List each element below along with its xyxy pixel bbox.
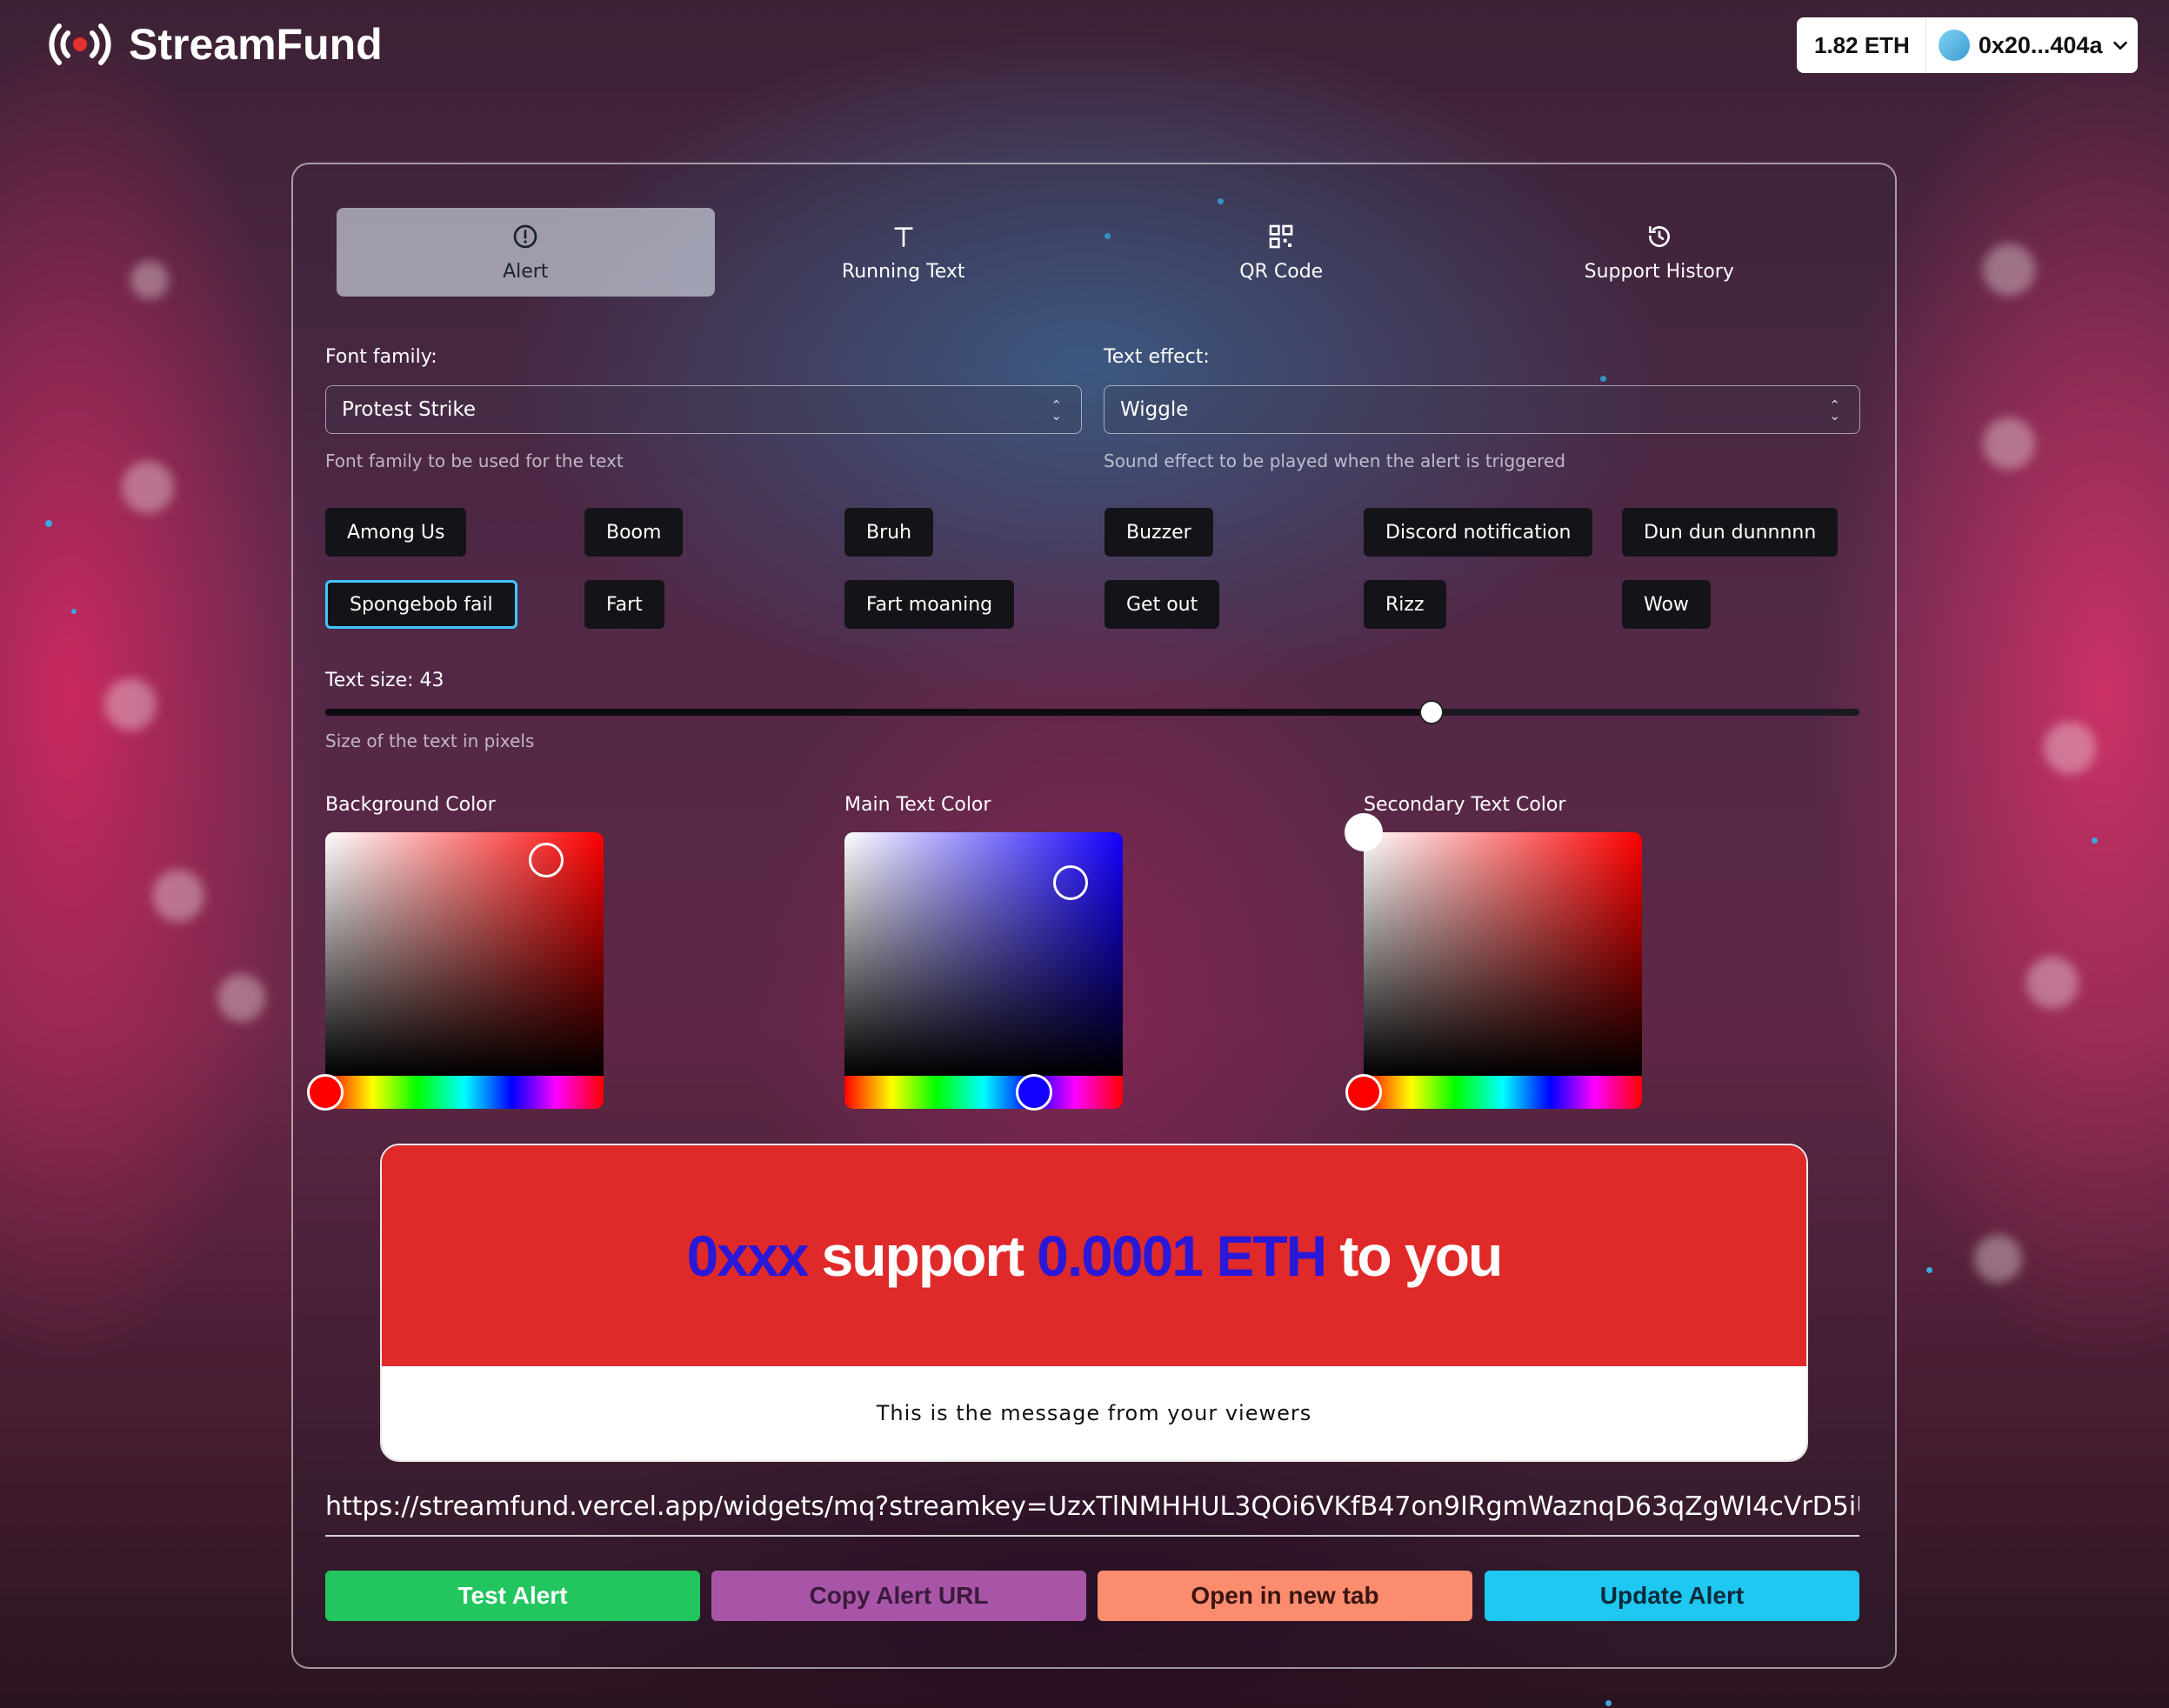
hue-slider[interactable]: [844, 1076, 1123, 1109]
tab-support-history[interactable]: Support History: [1471, 208, 1849, 297]
background-bokeh: [2026, 957, 2079, 1009]
secondary-text-color-picker[interactable]: [1345, 813, 1642, 1111]
qr-code-icon: [1269, 224, 1293, 248]
open-new-tab-button[interactable]: Open in new tab: [1098, 1571, 1472, 1621]
sound-buzzer[interactable]: Buzzer: [1105, 508, 1213, 557]
main-text-color-picker[interactable]: [844, 832, 1123, 1111]
tab-label: Support History: [1584, 260, 1734, 283]
test-alert-button[interactable]: Test Alert: [325, 1571, 700, 1621]
background-bokeh: [1983, 244, 2035, 296]
alert-preview-banner: 0xxx support 0.0001 ETH to you: [382, 1145, 1806, 1366]
font-family-select[interactable]: Protest Strike ⌃ ⌄: [325, 385, 1082, 434]
text-effect-hint: Sound effect to be played when the alert…: [1104, 450, 1565, 471]
app-name: StreamFund: [129, 20, 383, 69]
sound-spongebob-fail[interactable]: Spongebob fail: [325, 580, 517, 629]
sound-fart-moaning[interactable]: Fart moaning: [844, 580, 1015, 629]
slider-fill: [325, 709, 1431, 716]
tab-label: QR Code: [1239, 260, 1324, 283]
background-bokeh: [1983, 417, 2035, 470]
text-effect-value: Wiggle: [1120, 398, 1189, 421]
app-logo[interactable]: StreamFund: [43, 19, 383, 70]
wallet-button[interactable]: 1.82 ETH 0x20...404a: [1797, 17, 2138, 73]
background-dot: [1926, 1267, 1932, 1273]
hue-slider[interactable]: [325, 1076, 604, 1109]
wallet-account[interactable]: 0x20...404a: [1926, 30, 2131, 61]
saturation-handle[interactable]: [1053, 865, 1088, 900]
sound-discord-notification[interactable]: Discord notification: [1364, 508, 1593, 557]
background-color-label: Background Color: [325, 794, 496, 816]
tab-label: Running Text: [841, 260, 965, 283]
secondary-text-color-label: Secondary Text Color: [1364, 794, 1566, 816]
font-family-hint: Font family to be used for the text: [325, 450, 624, 471]
sound-bruh[interactable]: Bruh: [844, 508, 934, 557]
update-alert-button[interactable]: Update Alert: [1485, 1571, 1859, 1621]
background-color-picker[interactable]: [307, 832, 604, 1111]
tab-label: Alert: [503, 260, 549, 283]
sound-among-us[interactable]: Among Us: [325, 508, 467, 557]
font-family-label: Font family:: [325, 346, 437, 368]
copy-alert-url-button[interactable]: Copy Alert URL: [711, 1571, 1086, 1621]
saturation-area[interactable]: [325, 832, 604, 1076]
alert-preview: 0xxx support 0.0001 ETH to you This is t…: [380, 1144, 1808, 1462]
background-bokeh: [152, 870, 204, 922]
hue-handle[interactable]: [1345, 1074, 1382, 1111]
hue-handle[interactable]: [307, 1074, 344, 1111]
tab-alert[interactable]: Alert: [337, 208, 715, 297]
background-bokeh: [130, 261, 169, 299]
background-dot: [1605, 1700, 1612, 1706]
saturation-handle[interactable]: [529, 843, 564, 877]
wallet-balance: 1.82 ETH: [1797, 17, 1926, 73]
tab-bar: Alert Running Text QR Code Support Histo…: [337, 208, 1848, 297]
tab-qr-code[interactable]: QR Code: [1092, 208, 1471, 297]
background-dot: [45, 520, 52, 527]
chevron-up-down-icon: ⌃ ⌄: [1051, 397, 1062, 424]
preview-sender: 0xxx: [686, 1224, 810, 1288]
main-text-color-label: Main Text Color: [844, 794, 991, 816]
text-size-hint: Size of the text in pixels: [325, 731, 535, 751]
background-dot: [71, 609, 77, 614]
avatar: [1938, 30, 1970, 61]
sound-wow[interactable]: Wow: [1622, 580, 1711, 629]
saturation-handle[interactable]: [1345, 813, 1383, 851]
sound-rizz[interactable]: Rizz: [1364, 580, 1446, 629]
saturation-area[interactable]: [1364, 832, 1642, 1076]
chevron-down-icon: [2113, 41, 2128, 50]
preview-verb: support: [821, 1224, 1025, 1288]
broadcast-icon: [49, 23, 111, 65]
background-bokeh: [1974, 1235, 2022, 1283]
text-effect-select[interactable]: Wiggle ⌃ ⌄: [1104, 385, 1860, 434]
font-family-value: Protest Strike: [342, 398, 477, 421]
wallet-address: 0x20...404a: [1978, 31, 2103, 58]
hue-handle[interactable]: [1016, 1074, 1052, 1111]
alert-circle-icon: [513, 224, 537, 248]
chevron-up-down-icon: ⌃ ⌄: [1829, 397, 1840, 424]
widget-url-field[interactable]: https://streamfund.vercel.app/widgets/mq…: [325, 1491, 1859, 1537]
history-icon: [1648, 225, 1670, 247]
tab-running-text[interactable]: Running Text: [715, 208, 1093, 297]
preview-suffix: to you: [1339, 1224, 1503, 1288]
slider-thumb[interactable]: [1419, 700, 1445, 724]
text-size-slider[interactable]: [325, 700, 1859, 724]
text-size-label: Text size: 43: [325, 670, 444, 691]
hue-slider[interactable]: [1364, 1076, 1642, 1109]
preview-amount: 0.0001 ETH: [1037, 1224, 1327, 1288]
preview-message: This is the message from your viewers: [382, 1366, 1806, 1460]
sound-dun-dun-dunnnnn[interactable]: Dun dun dunnnnn: [1622, 508, 1839, 557]
background-dot: [2092, 837, 2098, 844]
background-bokeh: [122, 461, 174, 513]
sound-get-out[interactable]: Get out: [1105, 580, 1220, 629]
background-bokeh: [2044, 722, 2096, 774]
sound-fart[interactable]: Fart: [584, 580, 664, 629]
text-effect-label: Text effect:: [1104, 346, 1210, 368]
background-bokeh: [217, 974, 265, 1022]
sound-boom[interactable]: Boom: [584, 508, 684, 557]
background-bokeh: [104, 678, 157, 731]
text-icon: [894, 226, 913, 247]
